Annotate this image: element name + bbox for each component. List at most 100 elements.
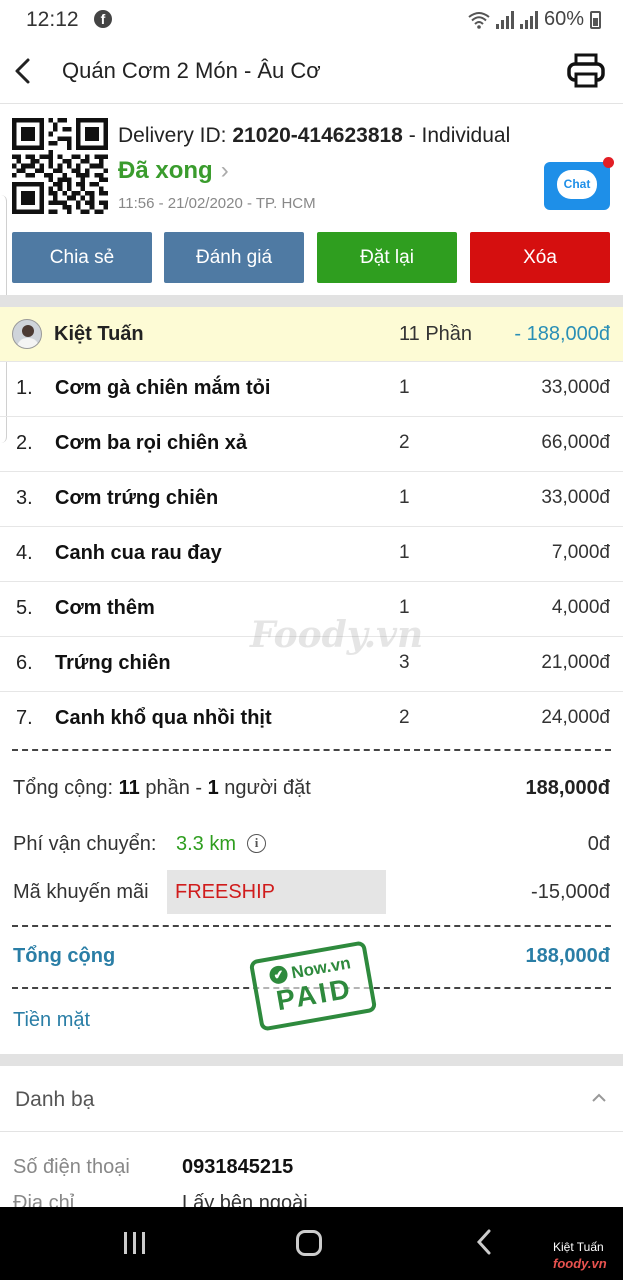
facebook-icon: f — [94, 10, 112, 28]
item-name: Canh cua rau đay — [55, 542, 222, 564]
share-button[interactable]: Chia sẻ — [12, 232, 152, 283]
delete-button[interactable]: Xóa — [470, 232, 610, 283]
status-bar: 12:12 f 60% — [0, 0, 623, 40]
item-name: Cơm gà chiên mắm tỏi — [55, 377, 271, 399]
item-price: 24,000đ — [541, 707, 610, 728]
subtotal-prefix: Tổng cộng: — [13, 777, 119, 799]
item-price: 66,000đ — [541, 432, 610, 453]
rate-button[interactable]: Đánh giá — [164, 232, 304, 283]
battery-icon — [590, 10, 601, 29]
check-icon: ✔ — [268, 964, 290, 986]
app-header: Quán Cơm 2 Món - Âu Cơ — [0, 40, 623, 104]
total-value: 188,000đ — [525, 945, 610, 967]
chat-button[interactable]: Chat — [544, 157, 614, 210]
foody-watermark: Foody.vn — [250, 614, 424, 656]
item-price: 4,000đ — [551, 597, 610, 618]
contacts-title: Danh bạ — [15, 1088, 95, 1111]
shipping-fee: 0đ — [587, 833, 610, 855]
paid-stamp: ✔ Now.vn PAID — [248, 940, 378, 1032]
print-icon[interactable] — [566, 52, 606, 90]
order-item: 7. Canh khổ qua nhồi thịt 2 24,000đ — [0, 692, 623, 747]
subtotal-label: Tổng cộng: 11 phần - 1 người đặt — [13, 777, 311, 800]
order-item: 4. Canh cua rau đay 1 7,000đ — [0, 527, 623, 582]
orderer-qty: 11 Phần — [399, 323, 473, 345]
item-name: Cơm trứng chiên — [55, 487, 219, 509]
item-number: 3. — [16, 487, 33, 509]
order-item: 1. Cơm gà chiên mắm tỏi 1 33,000đ — [0, 362, 623, 417]
item-price: 21,000đ — [541, 652, 610, 673]
dashed-divider — [12, 749, 611, 751]
payment-method: Tiền mặt — [13, 1009, 91, 1031]
subtotal-value: 188,000đ — [525, 777, 610, 799]
orderer-row: Kiệt Tuấn 11 Phần - 188,000đ — [0, 307, 623, 362]
home-icon[interactable] — [296, 1230, 322, 1256]
wifi-icon — [468, 11, 490, 29]
notification-dot — [603, 157, 614, 168]
order-item: 3. Cơm trứng chiên 1 33,000đ — [0, 472, 623, 527]
item-name: Cơm ba rọi chiên xả — [55, 432, 248, 454]
order-meta: 11:56 - 21/02/2020 - TP. HCM — [118, 195, 316, 212]
total-label: Tổng cộng — [13, 945, 116, 967]
reorder-button[interactable]: Đặt lại — [317, 232, 457, 283]
item-name: Canh khổ qua nhồi thịt — [55, 707, 272, 729]
item-qty: 1 — [399, 487, 410, 508]
item-name: Trứng chiên — [55, 652, 171, 674]
shipping-label: Phí vận chuyển: — [13, 833, 157, 855]
nav-back-icon[interactable] — [472, 1227, 498, 1257]
subtotal-suffix: người đặt — [218, 777, 311, 799]
status-time: 12:12 — [26, 8, 79, 31]
phone-label: Số điện thoại — [13, 1156, 130, 1178]
subtotal-count: 11 — [118, 777, 140, 799]
order-status[interactable]: Đã xong › — [118, 157, 229, 185]
page-title: Quán Cơm 2 Món - Âu Cơ — [62, 58, 321, 83]
order-status-label: Đã xong — [118, 157, 213, 184]
subtotal-mid: phần - — [139, 777, 208, 799]
subtotal-people: 1 — [207, 777, 219, 799]
phone-value[interactable]: 0931845215 — [182, 1156, 293, 1179]
item-qty: 1 — [399, 542, 410, 563]
signal-icon — [495, 10, 514, 29]
promo-value: -15,000đ — [531, 881, 610, 903]
item-qty: 1 — [399, 377, 410, 398]
status-right: 60% — [468, 8, 601, 31]
item-number: 4. — [16, 542, 33, 564]
credit-name: Kiệt Tuấn — [553, 1240, 604, 1254]
section-divider — [0, 1054, 623, 1066]
contacts-header[interactable]: Danh bạ — [0, 1066, 623, 1132]
back-arrow-icon[interactable] — [8, 54, 38, 88]
recent-apps-icon[interactable] — [122, 1232, 148, 1254]
orderer-name: Kiệt Tuấn — [54, 323, 144, 345]
system-nav-bar: Kiệt Tuấn foody.vn — [0, 1207, 623, 1280]
signal-icon-2 — [519, 10, 538, 29]
promo-label: Mã khuyến mãi — [13, 881, 149, 903]
shipping-distance: 3.3 km — [176, 833, 237, 855]
orderer-total: - 188,000đ — [514, 323, 610, 345]
item-price: 7,000đ — [551, 542, 610, 563]
item-price: 33,000đ — [541, 487, 610, 508]
dashed-divider — [12, 925, 611, 927]
item-number: 1. — [16, 377, 33, 399]
chevron-up-icon — [592, 1093, 606, 1102]
chevron-right-icon: › — [220, 157, 229, 184]
item-price: 33,000đ — [541, 377, 610, 398]
delivery-id: Delivery ID: 21020-414623818 - Individua… — [118, 124, 510, 148]
qr-code-icon — [12, 118, 108, 214]
info-icon[interactable]: i — [247, 834, 266, 853]
item-qty: 2 — [399, 432, 410, 453]
avatar — [12, 319, 42, 349]
section-divider — [0, 295, 623, 307]
item-name: Cơm thêm — [55, 597, 155, 619]
chat-bubble-icon: Chat — [557, 170, 597, 199]
promo-code: FREESHIP — [175, 881, 276, 903]
foody-logo: foody.vn — [553, 1256, 607, 1271]
item-number: 7. — [16, 707, 33, 729]
delivery-id-value: 21020-414623818 — [232, 124, 403, 147]
delivery-type: - Individual — [402, 124, 511, 147]
item-number: 2. — [16, 432, 33, 454]
delivery-id-label: Delivery ID: — [118, 124, 233, 147]
order-item: 2. Cơm ba rọi chiên xả 2 66,000đ — [0, 417, 623, 472]
battery-percent: 60% — [543, 8, 584, 30]
item-qty: 2 — [399, 707, 410, 728]
item-number: 6. — [16, 652, 33, 674]
item-number: 5. — [16, 597, 33, 619]
